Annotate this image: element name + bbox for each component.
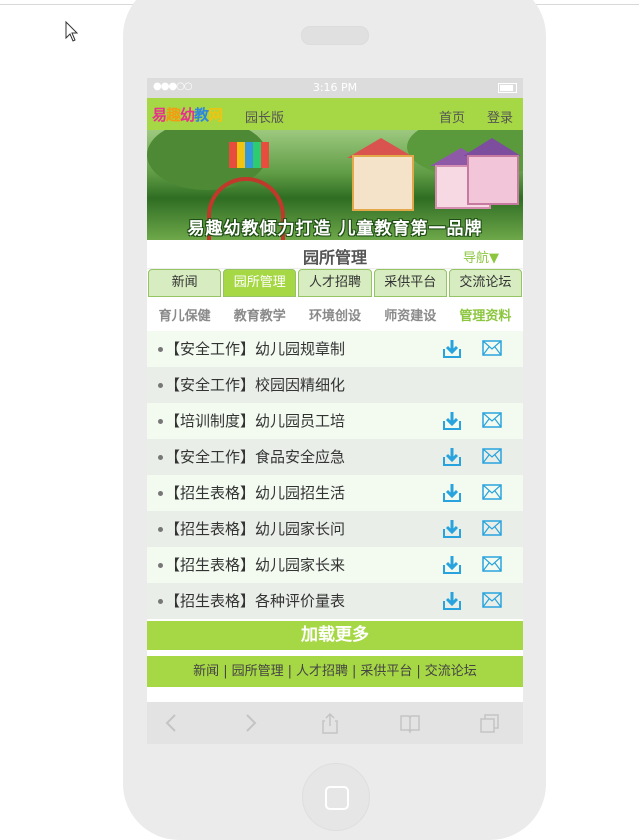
bookmarks-icon[interactable] [399, 712, 421, 734]
download-icon[interactable] [441, 555, 463, 575]
forward-icon[interactable] [239, 712, 261, 734]
login-link[interactable]: 登录 [487, 107, 513, 126]
tab-recruitment[interactable]: 人才招聘 [298, 269, 372, 297]
subtab-management-docs[interactable]: 管理资料 [448, 305, 523, 324]
bullet-icon [158, 599, 163, 604]
speaker-grille [301, 26, 369, 45]
status-bar: ●●●○○ 3:16 PM [147, 78, 523, 98]
logo-char: 幼 [180, 106, 195, 124]
document-list-item[interactable]: 【安全工作】幼儿园规章制 [147, 331, 523, 367]
mail-icon[interactable] [481, 518, 503, 538]
footer-separator: | [223, 664, 228, 679]
banner-slogan: 易趣幼教倾力打造 儿童教育第一品牌 [187, 219, 483, 239]
mail-icon[interactable] [481, 410, 503, 430]
document-list-item[interactable]: 【安全工作】校园因精细化 [147, 367, 523, 403]
download-icon[interactable] [441, 591, 463, 611]
download-icon[interactable] [441, 339, 463, 359]
bullet-icon [158, 527, 163, 532]
document-list-item[interactable]: 【招生表格】幼儿园家长问 [147, 511, 523, 547]
banner-playhouse [467, 155, 519, 205]
document-title[interactable]: 【培训制度】幼儿园员工培 [165, 403, 345, 439]
footer-separator: | [287, 664, 292, 679]
nav-dropdown-toggle[interactable]: 导航▼ [463, 247, 499, 266]
footer-separator: | [352, 664, 357, 679]
document-list: 【安全工作】幼儿园规章制 【安全工作】校园因精细化 【培训制度】幼儿园员工培 【安全工… [147, 331, 523, 619]
bullet-icon [158, 563, 163, 568]
mail-icon[interactable] [481, 338, 503, 358]
tab-forum[interactable]: 交流论坛 [448, 269, 523, 297]
bullet-icon [158, 383, 163, 388]
footer-link[interactable]: 新闻 [193, 664, 219, 679]
document-title[interactable]: 【招生表格】幼儿园家长问 [165, 511, 345, 547]
document-title[interactable]: 【招生表格】幼儿园家长来 [165, 547, 345, 583]
footer-link[interactable]: 园所管理 [232, 664, 284, 679]
mail-icon[interactable] [481, 590, 503, 610]
footer-link[interactable]: 采供平台 [360, 664, 412, 679]
sub-tabs: 育儿保健 教育教学 环境创设 师资建设 管理资料 [147, 297, 523, 331]
download-icon[interactable] [441, 411, 463, 431]
mail-icon[interactable] [481, 482, 503, 502]
main-tabs: 新闻 园所管理 人才招聘 采供平台 交流论坛 [147, 269, 523, 297]
banner-playhouse [352, 155, 414, 211]
banner-image[interactable]: 易趣幼教倾力打造 儿童教育第一品牌 [147, 130, 523, 240]
document-list-item[interactable]: 【招生表格】各种评价量表 [147, 583, 523, 619]
browser-toolbar [147, 702, 523, 744]
document-list-item[interactable]: 【安全工作】食品安全应急 [147, 439, 523, 475]
document-title[interactable]: 【安全工作】食品安全应急 [165, 439, 345, 475]
banner-play-blocks [229, 142, 269, 168]
document-title[interactable]: 【安全工作】幼儿园规章制 [165, 331, 345, 367]
logo-char: 趣 [166, 106, 181, 124]
mail-icon[interactable] [481, 446, 503, 466]
footer-link[interactable]: 交流论坛 [425, 664, 477, 679]
section-title-bar: 园所管理 导航▼ [147, 240, 523, 269]
logo-char: 教 [194, 106, 209, 124]
subtab-teachers[interactable]: 师资建设 [373, 305, 448, 324]
tab-news[interactable]: 新闻 [148, 269, 222, 297]
footer-link[interactable]: 人才招聘 [296, 664, 348, 679]
bullet-icon [158, 491, 163, 496]
footer-nav: 新闻 | 园所管理 | 人才招聘 | 采供平台 | 交流论坛 [147, 656, 523, 687]
logo-char: 易 [152, 106, 167, 124]
site-header: 易趣幼教网 园长版 首页 登录 [147, 98, 523, 130]
mouse-cursor-icon [65, 21, 79, 42]
footer-separator: | [416, 664, 421, 679]
tabs-icon[interactable] [479, 712, 501, 734]
document-title[interactable]: 【招生表格】幼儿园招生活 [165, 475, 345, 511]
status-time: 3:16 PM [312, 81, 358, 94]
subtab-teaching[interactable]: 教育教学 [222, 305, 297, 324]
logo-char: 网 [208, 106, 223, 124]
document-list-item[interactable]: 【招生表格】幼儿园家长来 [147, 547, 523, 583]
banner-roof [463, 138, 521, 156]
document-title[interactable]: 【招生表格】各种评价量表 [165, 583, 345, 619]
share-icon[interactable] [319, 712, 341, 734]
mail-icon[interactable] [481, 554, 503, 574]
download-icon[interactable] [441, 483, 463, 503]
site-logo[interactable]: 易趣幼教网 [152, 104, 223, 125]
home-link[interactable]: 首页 [439, 107, 465, 126]
tab-procurement[interactable]: 采供平台 [373, 269, 447, 297]
document-title[interactable]: 【安全工作】校园因精细化 [165, 367, 345, 403]
edition-label: 园长版 [245, 111, 285, 126]
home-button-icon [325, 786, 349, 810]
phone-screen: ●●●○○ 3:16 PM 易趣幼教网 园长版 首页 登录 易趣幼教倾力打造 儿… [147, 78, 523, 702]
tab-kindergarten-management[interactable]: 园所管理 [223, 269, 297, 297]
battery-icon [498, 83, 517, 93]
back-icon[interactable] [161, 712, 183, 734]
bullet-icon [158, 455, 163, 460]
download-icon[interactable] [441, 447, 463, 467]
download-icon[interactable] [441, 519, 463, 539]
bullet-icon [158, 419, 163, 424]
subtab-childcare[interactable]: 育儿保健 [147, 305, 222, 324]
bullet-icon [158, 347, 163, 352]
document-list-item[interactable]: 【招生表格】幼儿园招生活 [147, 475, 523, 511]
load-more-button[interactable]: 加载更多 [147, 621, 523, 650]
subtab-environment[interactable]: 环境创设 [297, 305, 372, 324]
document-list-item[interactable]: 【培训制度】幼儿园员工培 [147, 403, 523, 439]
